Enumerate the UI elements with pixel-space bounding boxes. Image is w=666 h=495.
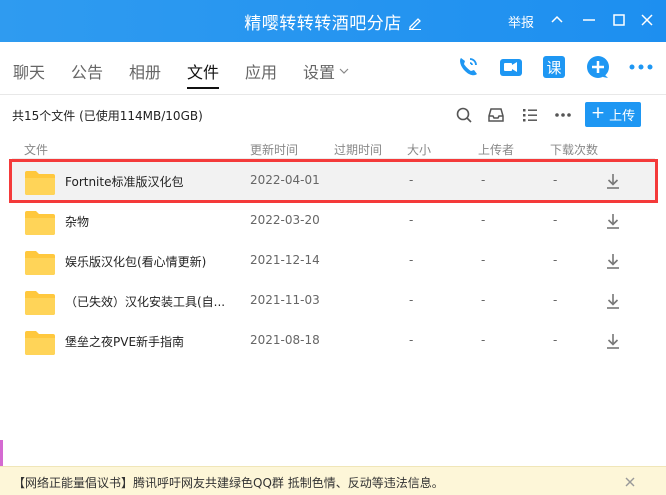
window-title: 精嘤转转转酒吧分店 [0, 9, 666, 34]
file-downloads: - [553, 173, 558, 187]
inbox-icon[interactable] [486, 105, 506, 125]
file-size: - [409, 293, 414, 307]
notice-text[interactable]: 【网络正能量倡议书】腾讯呼吁网友共建绿色QQ群 抵制色情、反动等违法信息。 [13, 474, 444, 491]
file-uploader: - [481, 213, 486, 227]
download-icon[interactable] [605, 332, 621, 350]
file-row[interactable]: 杂物 2022-03-20 - - - [12, 202, 655, 240]
tab-announcement[interactable]: 公告 [71, 59, 103, 89]
file-name[interactable]: 娱乐版汉化包(看心情更新) [65, 253, 230, 270]
file-name[interactable]: Fortnite标准版汉化包 [65, 173, 230, 190]
edit-icon[interactable] [408, 15, 422, 30]
file-name[interactable]: 堡垒之夜PVE新手指南 [65, 333, 230, 350]
file-name[interactable]: 杂物 [65, 213, 230, 230]
storage-summary: 共15个文件 (已使用114MB/10GB) [12, 109, 203, 123]
notice-close-icon[interactable] [624, 476, 636, 488]
folder-icon [24, 330, 56, 356]
file-downloads: - [553, 333, 558, 347]
folder-icon [24, 290, 56, 316]
upload-label: 上传 [609, 109, 636, 124]
pin-icon[interactable] [548, 11, 566, 29]
list-view-icon[interactable] [520, 105, 540, 125]
file-size: - [409, 253, 414, 267]
tab-chat[interactable]: 聊天 [13, 59, 45, 89]
chevron-down-icon [339, 61, 349, 74]
left-accent-bar [0, 440, 3, 466]
tab-files[interactable]: 文件 [187, 59, 220, 89]
column-downloads[interactable]: 下载次数 [550, 141, 598, 158]
download-icon[interactable] [605, 172, 621, 190]
tab-settings[interactable]: 设置 [303, 59, 349, 89]
download-icon[interactable] [605, 212, 621, 230]
file-updated: 2021-08-18 [250, 333, 320, 347]
folder-icon [24, 210, 56, 236]
tab-apps[interactable]: 应用 [245, 59, 277, 89]
file-size: - [409, 173, 414, 187]
file-uploader: - [481, 173, 486, 187]
upload-button[interactable]: + 上传 [585, 102, 641, 127]
minimize-icon[interactable] [580, 11, 598, 29]
file-updated: 2022-04-01 [250, 173, 320, 187]
class-icon[interactable]: 课 [541, 54, 567, 80]
column-size[interactable]: 大小 [407, 141, 431, 158]
column-updated[interactable]: 更新时间 [250, 141, 298, 158]
file-downloads: - [553, 253, 558, 267]
download-icon[interactable] [605, 292, 621, 310]
file-size: - [409, 213, 414, 227]
file-row[interactable]: 娱乐版汉化包(看心情更新) 2021-12-14 - - - [12, 242, 655, 280]
file-size: - [409, 333, 414, 347]
file-updated: 2021-12-14 [250, 253, 320, 267]
column-uploader[interactable]: 上传者 [478, 141, 514, 158]
search-icon[interactable] [454, 105, 474, 125]
video-icon[interactable] [498, 54, 524, 80]
file-uploader: - [481, 333, 486, 347]
file-downloads: - [553, 293, 558, 307]
plus-icon: + [590, 103, 606, 123]
maximize-icon[interactable] [610, 11, 628, 29]
file-row[interactable]: （已失效）汉化安装工具(自... 2021-11-03 - - - [12, 282, 655, 320]
files-panel: 共15个文件 (已使用114MB/10GB) + 上传 文件 更新时间 过期时间 … [0, 94, 666, 462]
file-name[interactable]: （已失效）汉化安装工具(自... [65, 293, 230, 310]
file-updated: 2022-03-20 [250, 213, 320, 227]
phone-icon[interactable] [455, 54, 481, 80]
folder-icon [24, 170, 56, 196]
download-icon[interactable] [605, 252, 621, 270]
tab-album[interactable]: 相册 [129, 59, 161, 89]
file-downloads: - [553, 213, 558, 227]
notice-bar: 【网络正能量倡议书】腾讯呼吁网友共建绿色QQ群 抵制色情、反动等违法信息。 [0, 466, 666, 495]
group-name: 精嘤转转转酒吧分店 [244, 14, 402, 34]
file-row[interactable]: 堡垒之夜PVE新手指南 2021-08-18 - - - [12, 322, 655, 360]
more-icon[interactable] [628, 54, 654, 80]
file-uploader: - [481, 293, 486, 307]
table-header: 文件 更新时间 过期时间 大小 上传者 下载次数 [12, 139, 655, 159]
close-icon[interactable] [638, 11, 656, 29]
column-file[interactable]: 文件 [24, 141, 48, 158]
svg-text:课: 课 [546, 59, 561, 77]
add-icon[interactable] [585, 54, 611, 80]
title-bar: 精嘤转转转酒吧分店 举报 [0, 0, 666, 42]
file-uploader: - [481, 253, 486, 267]
tab-settings-label: 设置 [303, 63, 336, 82]
file-row[interactable]: Fortnite标准版汉化包 2022-04-01 - - - [9, 159, 658, 203]
nav-bar: 聊天 公告 相册 文件 应用 设置 课 [0, 42, 666, 94]
more-options-icon[interactable] [553, 105, 573, 125]
folder-icon [24, 250, 56, 276]
report-button[interactable]: 举报 [508, 12, 534, 31]
file-updated: 2021-11-03 [250, 293, 320, 307]
column-expires[interactable]: 过期时间 [334, 141, 382, 158]
